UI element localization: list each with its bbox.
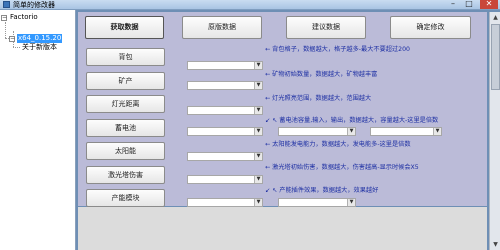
- productivity-module-button[interactable]: 产能模块: [86, 189, 165, 207]
- productivity-secondary-select[interactable]: ▼: [278, 198, 356, 207]
- scroll-up-icon[interactable]: ▲: [490, 12, 500, 23]
- original-data-button[interactable]: 原版数据: [182, 16, 262, 39]
- accumulator-button[interactable]: 蓄电池: [86, 119, 165, 137]
- dropdown-arrow-icon: ▼: [254, 82, 262, 89]
- tree-connector: [13, 47, 20, 48]
- tree-connector: [5, 22, 6, 38]
- scroll-down-icon[interactable]: ▼: [490, 239, 500, 250]
- dropdown-arrow-icon: ▼: [254, 128, 262, 135]
- light-range-value-select[interactable]: ▼: [187, 106, 263, 115]
- window-title: 简单的修改器: [13, 1, 55, 9]
- tree-item-label: x64_0.15.20: [17, 34, 63, 43]
- dropdown-arrow-icon: ▼: [433, 128, 441, 135]
- accumulator-output-select[interactable]: ▼: [370, 127, 442, 136]
- laser-damage-note: ← 激光塔初始伤害，数据越大，伤害越高-显示时候会X5: [265, 164, 419, 171]
- backpack-button[interactable]: 背包: [86, 48, 165, 66]
- ore-button[interactable]: 矿产: [86, 72, 165, 90]
- accumulator-input-select[interactable]: ▼: [278, 127, 356, 136]
- tree-item-about[interactable]: 关于新版本: [21, 43, 58, 52]
- dropdown-arrow-icon: ▼: [254, 107, 262, 114]
- read-data-button[interactable]: 获取数据: [85, 16, 164, 39]
- collapse-icon[interactable]: −: [9, 35, 15, 42]
- suggested-data-button[interactable]: 建议数据: [286, 16, 366, 39]
- editor-panel: 获取数据 原版数据 建议数据 确定修改 背包 矿产 灯光距离 蓄电池 太阳能 激…: [78, 12, 487, 207]
- vertical-scrollbar[interactable]: ▲ ▼: [489, 12, 500, 250]
- light-range-note: ← 灯光照亮范围，数据越大，范围越大: [265, 95, 372, 102]
- title-bar: 简单的修改器 – □ ✕: [0, 0, 500, 10]
- productivity-value-select[interactable]: ▼: [187, 198, 263, 207]
- backpack-note: ← 背包格子，数据越大，格子越多-最大不要超过200: [265, 46, 410, 53]
- dropdown-arrow-icon: ▼: [254, 199, 262, 206]
- minimize-button[interactable]: –: [446, 0, 460, 9]
- ore-value-select[interactable]: ▼: [187, 81, 263, 90]
- app-icon: [3, 1, 10, 8]
- dropdown-arrow-icon: ▼: [347, 199, 355, 206]
- productivity-note: ↙ ↖ 产能插件效果，数据越大，效果越好: [265, 187, 379, 194]
- maximize-button[interactable]: □: [462, 0, 476, 9]
- collapse-icon[interactable]: −: [1, 14, 7, 21]
- log-area: [78, 207, 487, 250]
- tree-item-version[interactable]: − x64_0.15.20: [9, 34, 63, 43]
- solar-note: ← 太阳能发电能力，数据越大，发电能多-这里是倍数: [265, 141, 411, 148]
- accumulator-capacity-select[interactable]: ▼: [187, 127, 263, 136]
- confirm-modify-button[interactable]: 确定修改: [390, 16, 471, 39]
- laser-turret-damage-button[interactable]: 激光塔伤害: [86, 166, 165, 184]
- tree-item-factorio[interactable]: − Factorio: [1, 13, 39, 22]
- laser-damage-value-select[interactable]: ▼: [187, 175, 263, 184]
- accumulator-note: ↙ ↖ 蓄电池容量,输入，输出，数据越大，容量越大-这里是倍数: [265, 117, 439, 124]
- close-button[interactable]: ✕: [480, 0, 498, 9]
- backpack-value-select[interactable]: ▼: [187, 61, 263, 70]
- dropdown-arrow-icon: ▼: [254, 153, 262, 160]
- solar-button[interactable]: 太阳能: [86, 142, 165, 160]
- game-tree[interactable]: − Factorio − x64_0.15.20 关于新版本: [0, 10, 76, 250]
- light-range-button[interactable]: 灯光距离: [86, 95, 165, 113]
- dropdown-arrow-icon: ▼: [254, 176, 262, 183]
- solar-value-select[interactable]: ▼: [187, 152, 263, 161]
- scrollbar-thumb[interactable]: [491, 24, 500, 90]
- dropdown-arrow-icon: ▼: [347, 128, 355, 135]
- tree-item-label: Factorio: [10, 13, 38, 21]
- ore-note: ← 矿物初始数量，数据越大，矿物越丰富: [265, 71, 378, 78]
- dropdown-arrow-icon: ▼: [254, 62, 262, 69]
- tree-item-label: 关于新版本: [22, 43, 57, 51]
- main-area: 获取数据 原版数据 建议数据 确定修改 背包 矿产 灯光距离 蓄电池 太阳能 激…: [76, 10, 500, 250]
